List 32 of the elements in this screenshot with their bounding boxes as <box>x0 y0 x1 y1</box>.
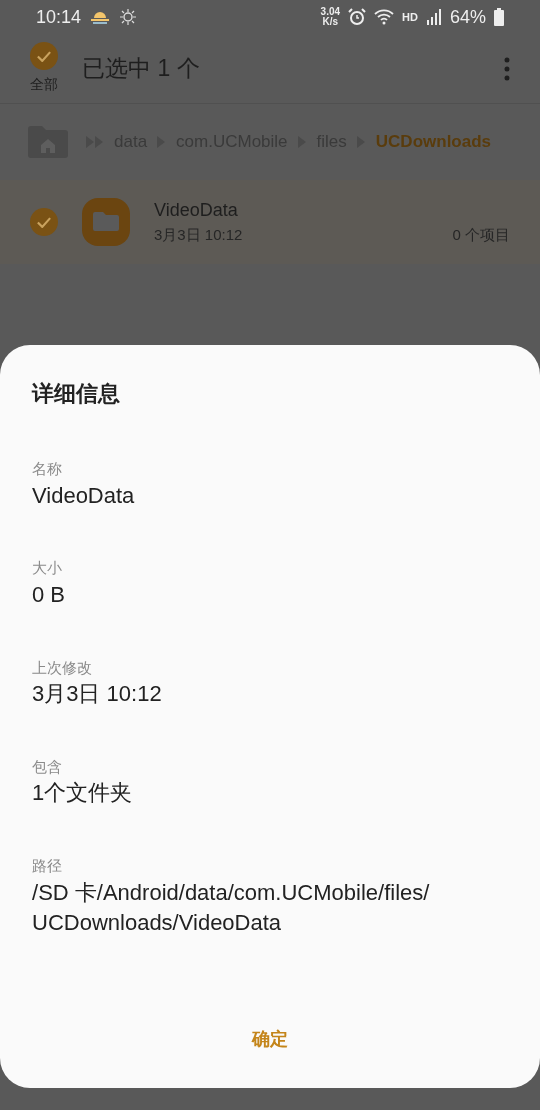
selection-title: 已选中 1 个 <box>82 54 201 84</box>
field-label: 大小 <box>32 558 63 579</box>
folder-icon <box>82 198 130 246</box>
file-name: VideoData <box>154 199 239 223</box>
clock: 10:14 <box>36 5 82 29</box>
field-label: 路径 <box>32 856 63 877</box>
breadcrumb-item[interactable]: UCDownloads <box>375 129 492 155</box>
field-label: 上次修改 <box>32 657 93 678</box>
dialog-title: 详细信息 <box>32 380 121 408</box>
checkbox[interactable] <box>30 208 58 236</box>
network-type: HD <box>402 9 418 25</box>
field-value: /SD 卡/Android/data/com.UCMobile/files/UCDownloads/VideoData <box>32 878 431 938</box>
brightness-icon <box>119 8 138 26</box>
field-value: 0 B <box>32 580 67 609</box>
field-value: VideoData <box>32 481 136 510</box>
signal-icon <box>425 9 442 25</box>
wifi-icon <box>374 9 395 25</box>
field-value: 3月3日 10:12 <box>32 680 163 709</box>
alarm-icon <box>348 8 367 26</box>
check-icon <box>37 50 51 62</box>
more-options-icon[interactable] <box>504 56 510 81</box>
select-all-label: 全部 <box>30 75 58 94</box>
ok-button[interactable]: 确定 <box>225 1025 315 1054</box>
network-speed: 3.04 K/s <box>320 7 341 27</box>
sunrise-icon <box>89 9 112 25</box>
battery-icon <box>494 8 504 26</box>
field-value: 1个文件夹 <box>32 779 134 808</box>
checkbox[interactable] <box>30 42 58 70</box>
check-icon <box>37 216 51 228</box>
field-label: 名称 <box>32 459 63 479</box>
battery-level: 64% <box>449 5 486 29</box>
field-label: 包含 <box>32 756 63 777</box>
